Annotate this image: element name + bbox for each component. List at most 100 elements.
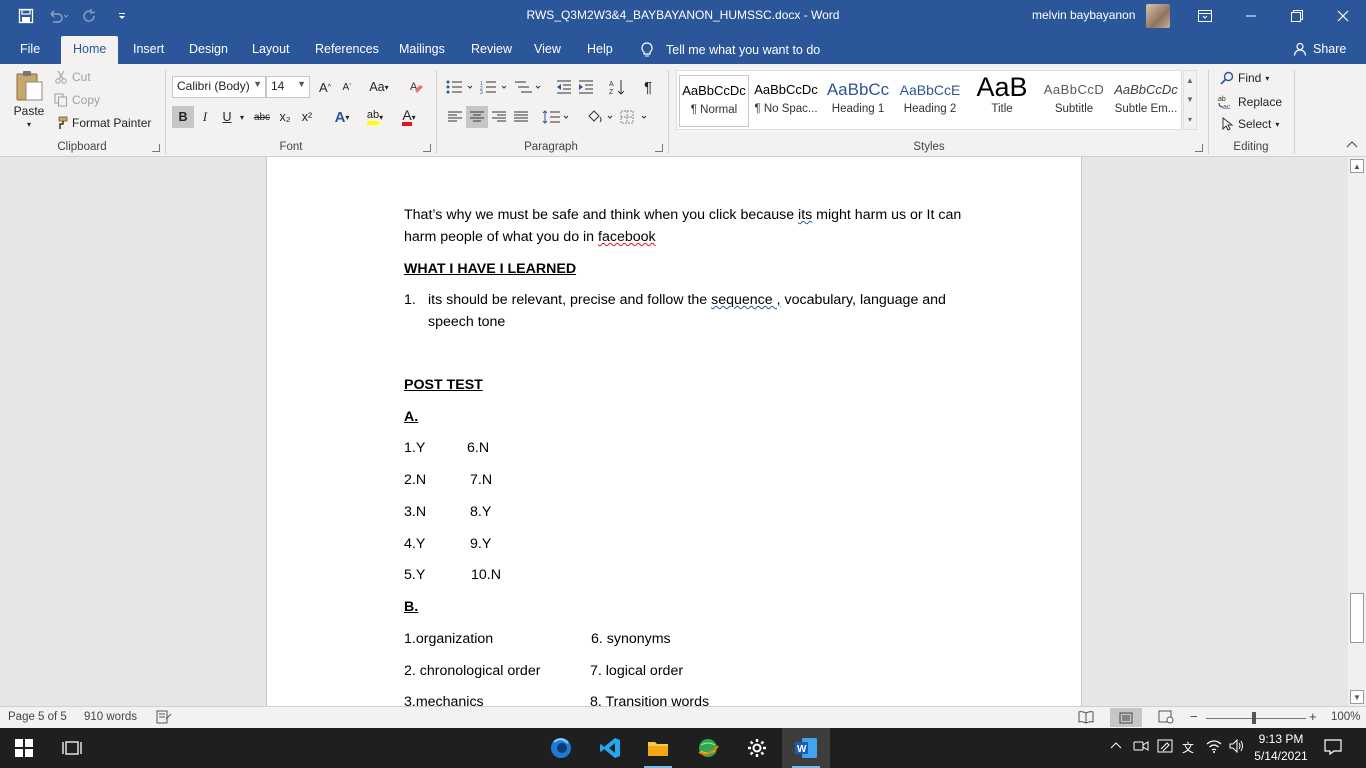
style-heading-2[interactable]: AaBbCcE Heading 2 — [895, 75, 965, 127]
select-button[interactable]: Select ▾ — [1220, 117, 1279, 131]
start-button[interactable] — [0, 728, 48, 768]
tell-me-box[interactable]: Tell me what you want to do — [640, 42, 820, 58]
strikethrough-button[interactable]: abc — [250, 106, 274, 128]
answer-row[interactable]: 4.Y 9.Y — [404, 533, 994, 555]
zoom-slider-handle[interactable] — [1252, 712, 1256, 724]
font-name-combo[interactable]: Calibri (Body) ▼ — [172, 76, 266, 98]
undo-icon[interactable] — [46, 5, 70, 27]
minimize-icon[interactable] — [1228, 0, 1274, 32]
styles-launcher-icon[interactable] — [1195, 144, 1203, 152]
style-title[interactable]: AaB Title — [967, 75, 1037, 127]
tab-review[interactable]: Review — [459, 38, 524, 64]
italic-button[interactable]: I — [194, 106, 216, 128]
answer-row[interactable]: 1.organization 6. synonyms — [404, 628, 994, 650]
answer-row[interactable]: 1.Y 6.N — [404, 437, 994, 459]
show-formatting-marks-icon[interactable]: ¶ — [637, 76, 659, 98]
sort-button[interactable]: AZ — [606, 76, 628, 98]
document-canvas[interactable]: That’s why we must be safe and think whe… — [0, 157, 1348, 706]
subscript-button[interactable]: x₂ — [274, 106, 296, 128]
zoom-in-button[interactable]: + — [1309, 709, 1317, 724]
document-page[interactable]: That’s why we must be safe and think whe… — [266, 157, 1082, 706]
answer-row[interactable]: 5.Y 10.N — [404, 564, 994, 586]
font-launcher-icon[interactable] — [423, 144, 431, 152]
multilevel-list-button[interactable] — [512, 76, 544, 98]
customize-qat-icon[interactable] — [110, 5, 134, 27]
zoom-level[interactable]: 100% — [1331, 711, 1360, 723]
format-painter-button[interactable]: Format Painter — [54, 116, 151, 130]
clipboard-launcher-icon[interactable] — [152, 144, 160, 152]
line-spacing-button[interactable] — [540, 106, 572, 128]
justify-button[interactable] — [510, 106, 532, 128]
superscript-button[interactable]: x² — [296, 106, 318, 128]
align-right-button[interactable] — [488, 106, 510, 128]
shrink-font-button[interactable]: Aˇ — [336, 76, 358, 98]
style-heading-1[interactable]: AaBbCc Heading 1 — [823, 75, 893, 127]
clear-formatting-button[interactable]: A — [406, 76, 428, 98]
task-view-button[interactable] — [48, 728, 96, 768]
chevron-up-icon[interactable]: ▲ — [1186, 76, 1194, 85]
increase-indent-button[interactable] — [575, 76, 597, 98]
word-count[interactable]: 910 words — [84, 711, 137, 723]
answer-row[interactable]: 2.N 7.N — [404, 469, 994, 491]
tab-mailings[interactable]: Mailings — [387, 38, 457, 64]
redo-icon[interactable] — [78, 5, 102, 27]
cut-button[interactable]: Cut — [54, 70, 91, 84]
text-effects-button[interactable]: A ▾ — [328, 106, 356, 128]
taskbar-browser[interactable] — [537, 728, 585, 768]
spelling-flagged-word[interactable]: facebook — [598, 229, 656, 245]
tab-references[interactable]: References — [303, 38, 391, 64]
decrease-indent-button[interactable] — [553, 76, 575, 98]
taskbar-word[interactable]: W — [782, 728, 830, 768]
list-item[interactable]: 1. its should be relevant, precise and f… — [404, 289, 994, 333]
answer-row[interactable]: 3.N 8.Y — [404, 501, 994, 523]
system-clock[interactable]: 9:13 PM 5/14/2021 — [1251, 731, 1311, 765]
tab-help[interactable]: Help — [575, 38, 625, 64]
meet-now-icon[interactable] — [1133, 739, 1149, 756]
scroll-down-icon[interactable]: ▼ — [1350, 690, 1364, 704]
highlight-button[interactable]: ab ▾ — [360, 106, 390, 128]
restore-icon[interactable] — [1274, 0, 1320, 32]
collapse-ribbon-icon[interactable] — [1346, 140, 1358, 148]
show-hidden-icons-icon[interactable] — [1110, 739, 1122, 753]
tab-home[interactable]: Home — [61, 36, 119, 64]
wifi-icon[interactable] — [1206, 739, 1222, 756]
paste-dropdown-icon[interactable]: ▾ — [27, 120, 31, 129]
volume-icon[interactable] — [1229, 738, 1245, 756]
change-case-button[interactable]: Aa ▾ — [364, 76, 394, 98]
page-count[interactable]: Page 5 of 5 — [8, 711, 67, 723]
shading-button[interactable] — [584, 106, 616, 128]
share-button[interactable]: Share — [1293, 42, 1346, 56]
underline-button[interactable]: U — [216, 106, 238, 128]
grammar-flagged-word[interactable]: sequence , — [711, 292, 780, 308]
avatar[interactable] — [1146, 4, 1170, 28]
proofing-icon[interactable] — [156, 710, 172, 727]
style-no-spacing[interactable]: AaBbCcDc ¶ No Spac... — [751, 75, 821, 127]
find-button[interactable]: Find ▾ — [1220, 71, 1269, 85]
font-color-button[interactable]: A ▾ — [394, 106, 424, 128]
taskbar-globe-app[interactable] — [684, 728, 732, 768]
bullets-button[interactable] — [444, 76, 476, 98]
zoom-out-button[interactable]: − — [1190, 709, 1198, 724]
align-center-button[interactable] — [466, 106, 488, 128]
user-name[interactable]: melvin baybayanon — [1032, 8, 1135, 22]
grammar-flagged-word[interactable]: its — [798, 207, 812, 223]
style-subtitle[interactable]: AaBbCcD Subtitle — [1039, 75, 1109, 127]
close-icon[interactable] — [1320, 0, 1366, 32]
paragraph[interactable]: That’s why we must be safe and think whe… — [404, 204, 994, 248]
borders-button[interactable] — [618, 106, 650, 128]
notifications-icon[interactable] — [1324, 739, 1342, 758]
tab-file[interactable]: File — [8, 38, 52, 64]
paragraph-launcher-icon[interactable] — [655, 144, 663, 152]
tab-insert[interactable]: Insert — [121, 38, 176, 64]
copy-button[interactable]: Copy — [54, 93, 100, 107]
pen-workspace-icon[interactable] — [1157, 739, 1173, 756]
more-styles-icon[interactable]: ▾ — [1188, 115, 1192, 124]
style-subtle-emphasis[interactable]: AaBbCcDc Subtle Em... — [1111, 75, 1181, 127]
tab-view[interactable]: View — [522, 38, 573, 64]
font-size-combo[interactable]: 14 ▼ — [266, 76, 310, 98]
numbering-button[interactable]: 123 — [478, 76, 510, 98]
input-language-icon[interactable]: 文 — [1182, 739, 1194, 756]
taskbar-file-explorer[interactable] — [634, 728, 682, 768]
save-icon[interactable] — [14, 5, 38, 27]
tab-design[interactable]: Design — [177, 38, 240, 64]
